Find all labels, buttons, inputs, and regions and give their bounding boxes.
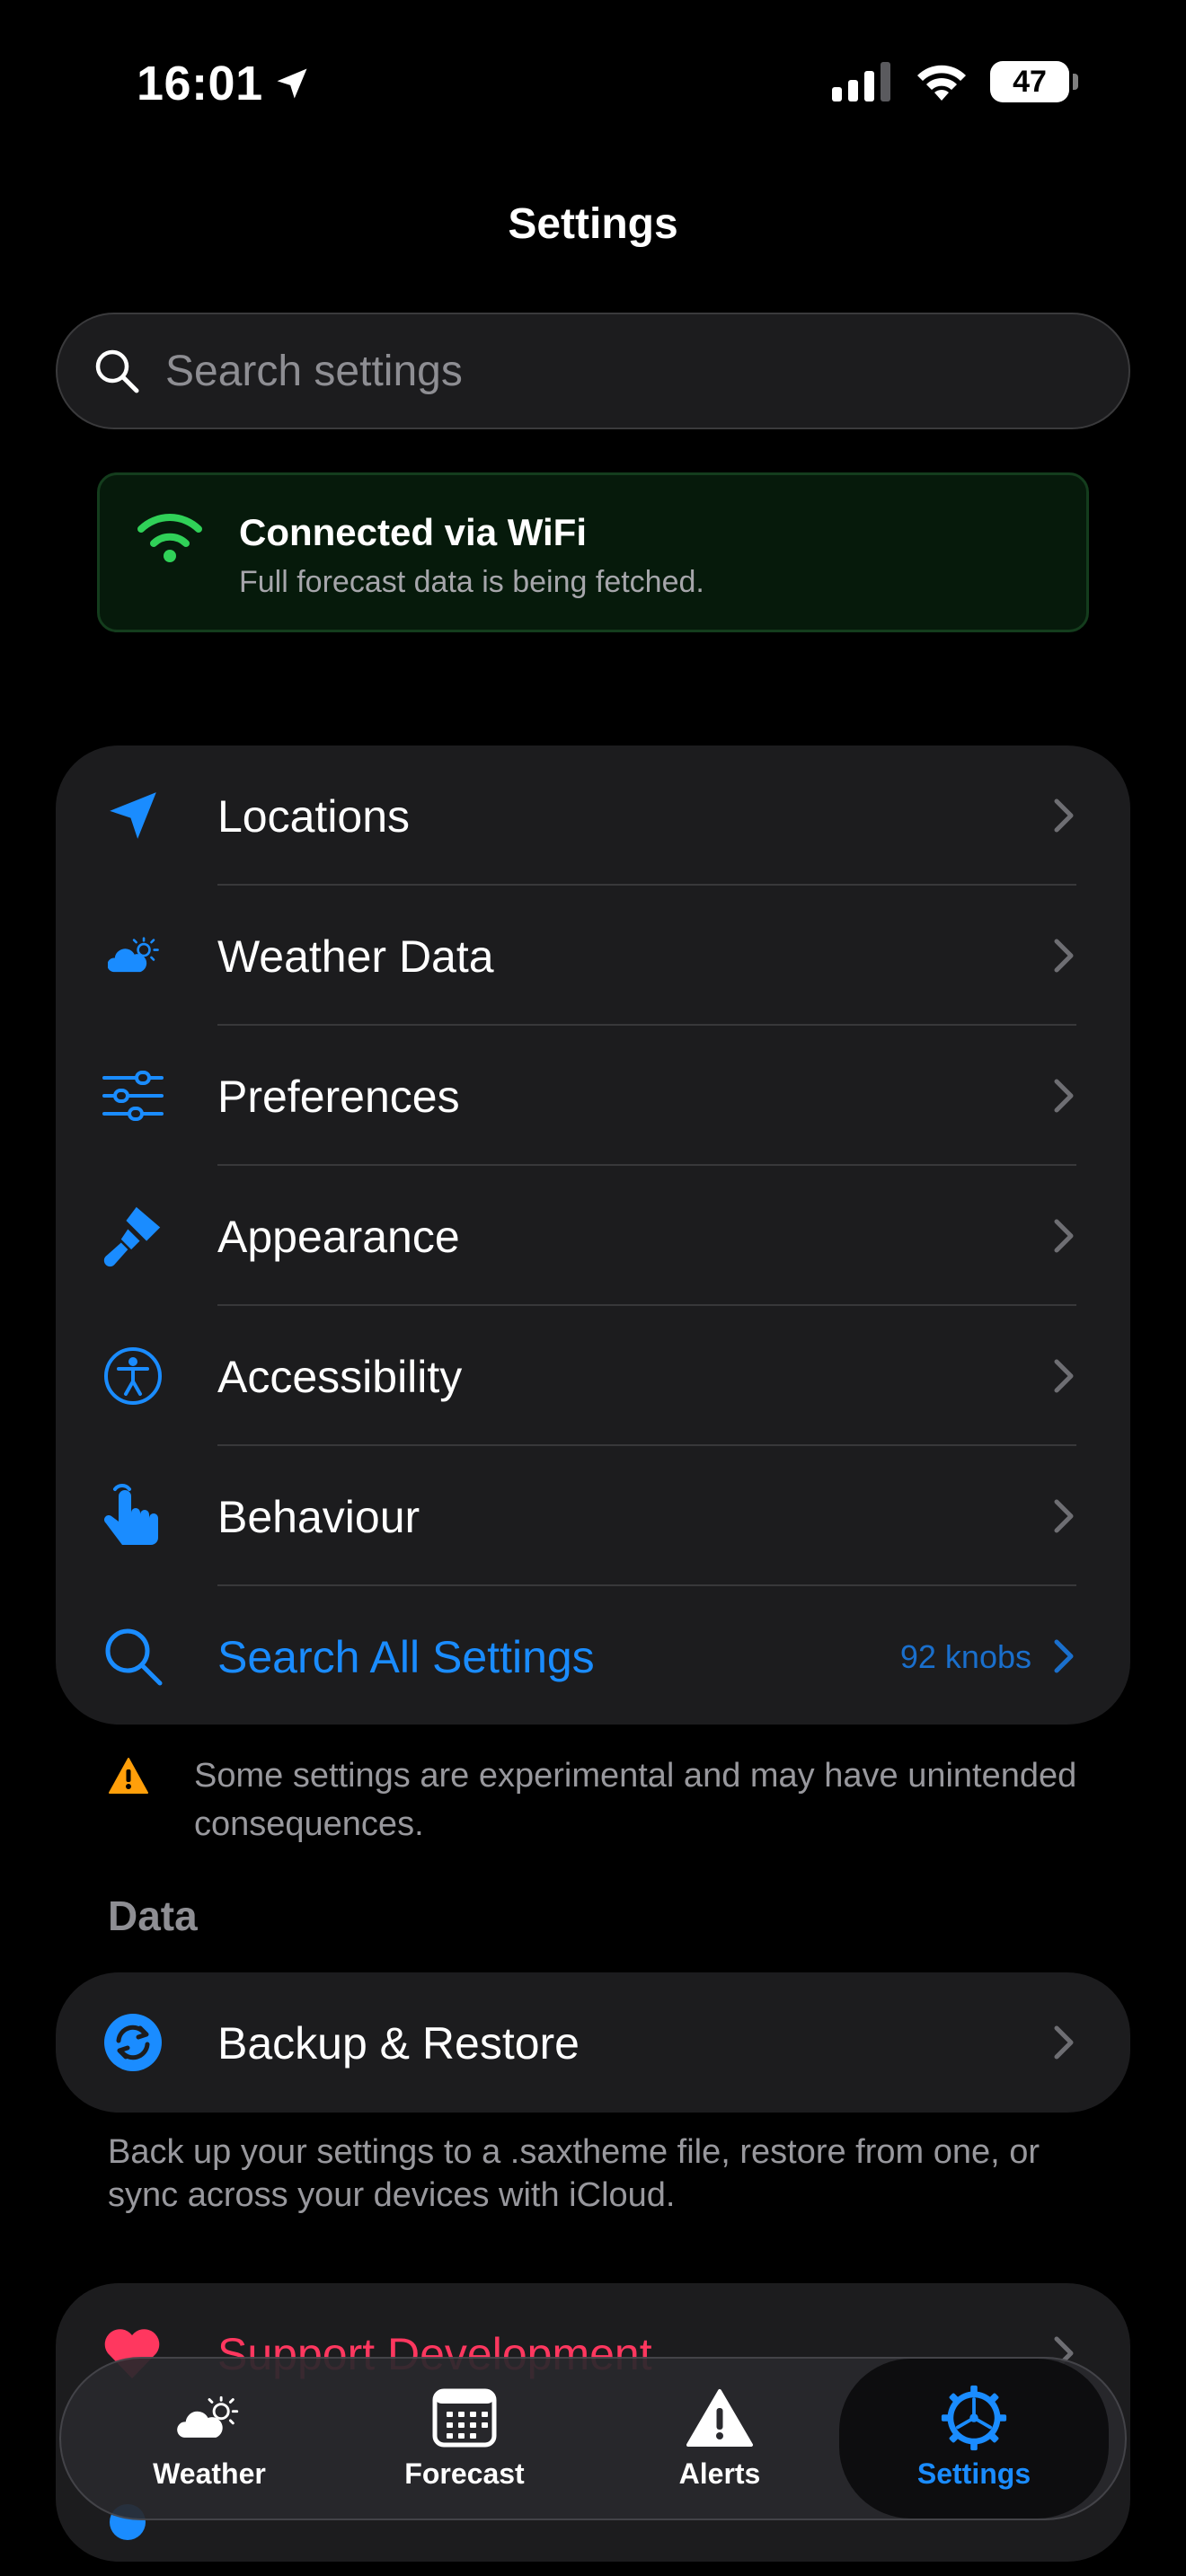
location-services-icon (277, 68, 307, 99)
menu-item-label: Behaviour (217, 1492, 420, 1542)
menu-item-preferences[interactable]: Preferences (56, 1026, 1130, 1166)
tab-alerts[interactable]: Alerts (589, 2359, 850, 2519)
chevron-right-icon (1054, 939, 1074, 973)
settings-gear-icon (940, 2385, 1008, 2450)
weather-icon (175, 2387, 243, 2448)
tab-label: Forecast (404, 2457, 525, 2490)
tab-label: Settings (916, 2457, 1031, 2490)
battery-cap (1073, 74, 1078, 90)
menu-item-backup-restore[interactable]: Backup & Restore (56, 1972, 1130, 2113)
page-title: Settings (508, 200, 678, 248)
accessibility-icon (102, 1345, 164, 1407)
cloud-sun-icon (102, 925, 164, 986)
tab-bar: Weather Forecast Alerts Settings (59, 2357, 1127, 2520)
hand-tap-icon (102, 1484, 164, 1547)
warning-text: Some settings are experimental and may h… (194, 1757, 1077, 1843)
menu-item-label: Weather Data (217, 931, 494, 982)
alert-icon (686, 2387, 754, 2448)
status-time-text: 16:01 (137, 57, 263, 110)
tab-settings[interactable]: Settings (839, 2359, 1109, 2519)
menu-item-behaviour[interactable]: Behaviour (56, 1446, 1130, 1586)
menu-item-label: Accessibility (217, 1352, 463, 1402)
wifi-banner-title: Connected via WiFi (239, 511, 588, 553)
sliders-icon (102, 1065, 164, 1126)
menu-item-label: Preferences (217, 1072, 460, 1122)
wifi-icon (137, 514, 202, 562)
menu-item-search-all-settings[interactable]: Search All Settings 92 knobs (56, 1586, 1130, 1726)
search-icon (95, 349, 139, 393)
settings-menu-card: Locations Weather Data Preferences Appea… (56, 745, 1130, 1725)
wifi-status-icon (917, 65, 966, 101)
tab-weather[interactable]: Weather (79, 2359, 340, 2519)
wifi-banner-subtitle: Full forecast data is being fetched. (239, 565, 704, 599)
chevron-right-icon (1054, 1639, 1074, 1673)
search-input[interactable] (164, 345, 1066, 397)
chevron-right-icon (1054, 798, 1074, 833)
tab-label: Alerts (678, 2457, 761, 2490)
backup-footnote: Back up your settings to a .saxtheme fil… (108, 2133, 1040, 2214)
menu-item-label: Search All Settings (217, 1632, 595, 1682)
battery-indicator: 47 (990, 61, 1069, 102)
settings-count: 92 knobs (899, 1638, 1031, 1675)
search-icon (102, 1626, 164, 1687)
sync-icon (102, 2012, 164, 2073)
chevron-right-icon (1054, 1079, 1074, 1113)
calendar-icon (430, 2387, 499, 2448)
menu-item-label: Backup & Restore (217, 2018, 580, 2069)
menu-item-weather-data[interactable]: Weather Data (56, 886, 1130, 1026)
status-time: 16:01 (137, 56, 312, 111)
chevron-right-icon (1054, 1219, 1074, 1253)
menu-item-appearance[interactable]: Appearance (56, 1166, 1130, 1306)
tab-label: Weather (153, 2457, 266, 2490)
menu-item-label: Locations (217, 791, 411, 842)
status-indicators: 47 (832, 61, 1078, 102)
chevron-right-icon (1054, 1499, 1074, 1533)
menu-item-accessibility[interactable]: Accessibility (56, 1306, 1130, 1446)
wifi-status-banner: Connected via WiFi Full forecast data is… (97, 472, 1089, 632)
menu-item-label: Appearance (217, 1212, 460, 1262)
search-bar[interactable] (56, 313, 1130, 429)
battery-level: 47 (1013, 64, 1047, 99)
location-arrow-icon (102, 785, 164, 846)
backup-card: Backup & Restore (56, 1972, 1130, 2113)
section-header-data: Data (108, 1892, 198, 1939)
paintbrush-icon (102, 1205, 164, 1267)
tab-forecast[interactable]: Forecast (334, 2359, 595, 2519)
chevron-right-icon (1054, 2025, 1074, 2060)
chevron-right-icon (1054, 1359, 1074, 1393)
warning-icon (109, 1758, 148, 1794)
cellular-signal-icon (832, 62, 890, 101)
menu-item-locations[interactable]: Locations (56, 745, 1130, 886)
